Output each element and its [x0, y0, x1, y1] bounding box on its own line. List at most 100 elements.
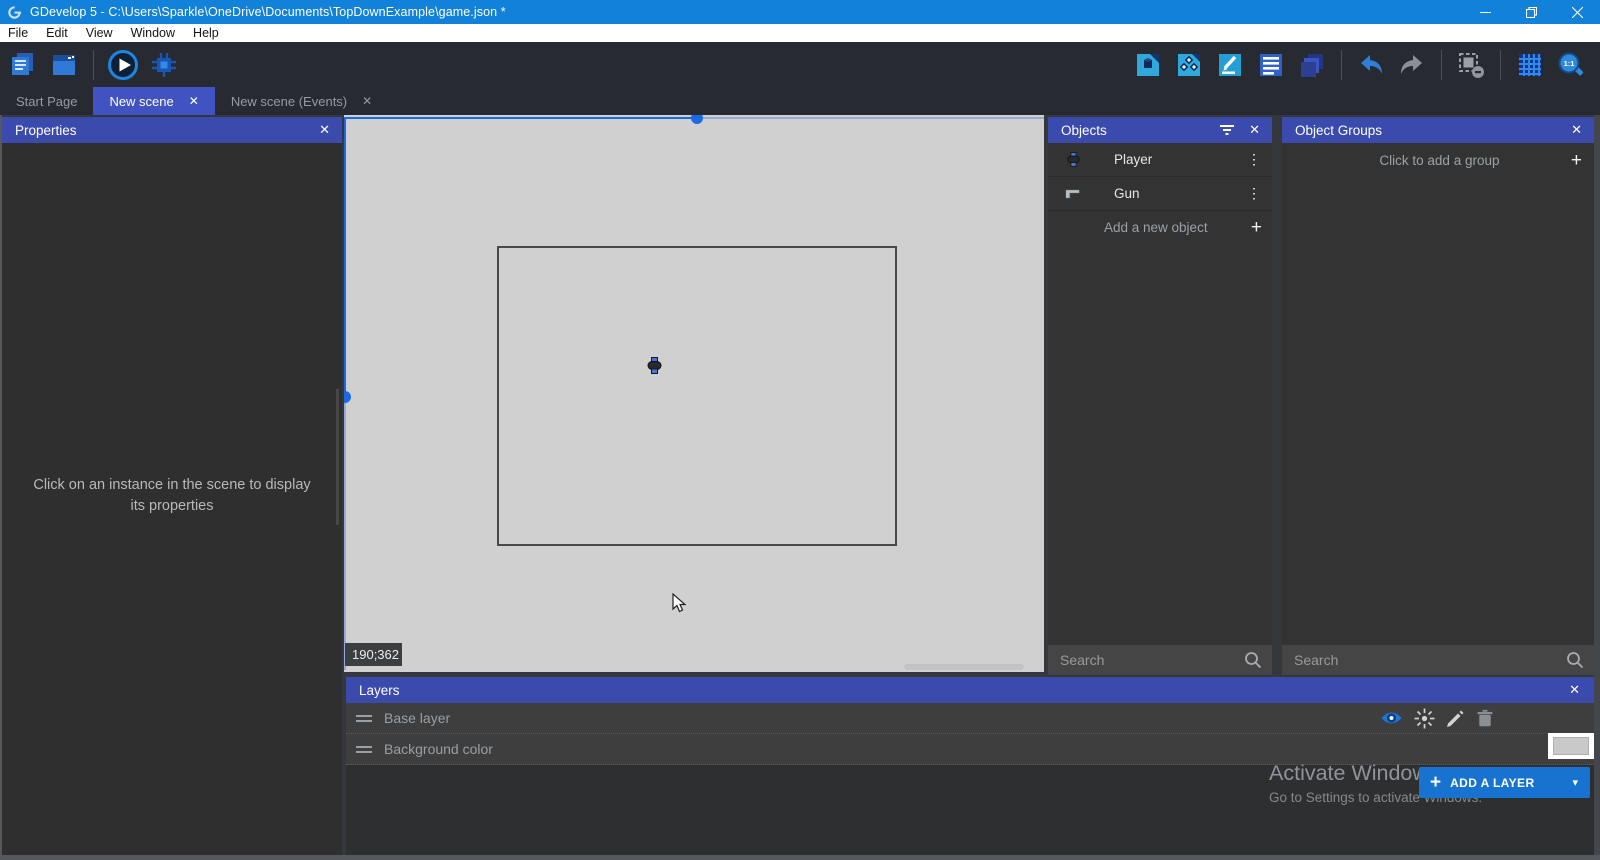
app-logo-icon — [7, 5, 22, 20]
tabbar: Start Page New scene ✕ New scene (Events… — [0, 87, 1600, 115]
toolbar-right-group: 1:1 — [1132, 49, 1587, 81]
undo-icon[interactable] — [1355, 49, 1387, 81]
toolbar-separator — [1441, 50, 1442, 80]
layers-list-icon[interactable] — [1296, 49, 1328, 81]
effects-icon[interactable] — [1414, 708, 1435, 729]
object-name: Player — [1114, 152, 1152, 167]
menu-file[interactable]: File — [0, 24, 37, 42]
preview-play-icon[interactable] — [107, 49, 139, 81]
instances-list-icon[interactable] — [1173, 49, 1205, 81]
redo-icon[interactable] — [1396, 49, 1428, 81]
object-row-gun[interactable]: Gun ⋮ — [1048, 177, 1272, 211]
add-new-object-label: Add a new object — [1104, 220, 1208, 235]
window-frame — [1594, 115, 1600, 855]
filter-icon[interactable] — [1219, 124, 1235, 136]
object-row-player[interactable]: Player ⋮ — [1048, 143, 1272, 177]
scene-canvas[interactable]: 190;362 — [344, 115, 1044, 672]
add-layer-button[interactable]: + ADD A LAYER ▾ — [1419, 767, 1590, 798]
mouse-cursor — [672, 593, 686, 613]
properties-scrollbar[interactable] — [336, 389, 339, 525]
layers-panel-header: Layers ✕ — [346, 677, 1594, 703]
grid-icon[interactable] — [1514, 49, 1546, 81]
tab-new-scene-events[interactable]: New scene (Events) ✕ — [215, 87, 388, 115]
color-swatch — [1553, 737, 1589, 755]
menu-edit[interactable]: Edit — [37, 24, 77, 42]
layer-actions — [1380, 708, 1494, 729]
object-menu-icon[interactable]: ⋮ — [1247, 185, 1262, 202]
window-frame — [0, 855, 1600, 860]
eye-icon[interactable] — [1380, 710, 1403, 726]
properties-empty-message: Click on an instance in the scene to dis… — [2, 475, 342, 517]
tab-close-icon[interactable]: ✕ — [362, 95, 372, 107]
add-new-object-row[interactable]: Add a new object + — [1048, 211, 1272, 244]
game-window-handle-left[interactable] — [344, 391, 351, 403]
add-object-plus-icon[interactable]: + — [1251, 218, 1262, 237]
layers-close-icon[interactable]: ✕ — [1569, 682, 1580, 698]
object-menu-icon[interactable]: ⋮ — [1247, 151, 1262, 168]
pencil-icon[interactable] — [1446, 709, 1465, 728]
tab-label: New scene — [109, 94, 173, 109]
capture-icon[interactable] — [1455, 49, 1487, 81]
toolbar: 1:1 — [0, 42, 1600, 87]
properties-close-icon[interactable]: ✕ — [319, 122, 330, 138]
toolbar-separator — [1341, 50, 1342, 80]
layers-panel: Layers ✕ Base layer Background color — [346, 677, 1594, 855]
minimize-button[interactable] — [1462, 0, 1508, 24]
zoom-1-1-icon[interactable]: 1:1 — [1555, 49, 1587, 81]
object-groups-panel-title: Object Groups — [1295, 123, 1382, 138]
menu-help[interactable]: Help — [184, 24, 228, 42]
window-controls — [1462, 0, 1600, 24]
game-window-handle-top[interactable] — [691, 115, 703, 124]
drag-handle-icon[interactable] — [356, 715, 372, 722]
player-instance[interactable] — [647, 357, 662, 374]
titlebar: GDevelop 5 - C:\Users\Sparkle\OneDrive\D… — [0, 0, 1600, 24]
objects-search-input[interactable] — [1048, 651, 1244, 669]
menu-view[interactable]: View — [77, 24, 122, 42]
drag-handle-icon[interactable] — [356, 746, 372, 753]
debugger-icon[interactable] — [148, 49, 180, 81]
game-window-rectangle — [497, 246, 897, 546]
add-layer-plus-icon: + — [1430, 773, 1441, 792]
layer-name: Background color — [384, 741, 493, 757]
canvas-horizontal-scrollbar[interactable] — [904, 664, 1024, 670]
objects-editor-icon[interactable] — [1132, 49, 1164, 81]
game-window-border-top-extension — [697, 117, 1044, 119]
groups-search-input[interactable] — [1282, 651, 1566, 669]
trash-icon[interactable] — [1476, 709, 1494, 728]
menu-window[interactable]: Window — [122, 24, 184, 42]
object-groups-panel: Object Groups ✕ Click to add a group + — [1282, 117, 1594, 675]
gun-object-icon — [1062, 187, 1084, 200]
objects-panel: Objects ✕ Player ⋮ Gun ⋮ Add a new objec… — [1048, 117, 1272, 675]
object-groups-close-icon[interactable]: ✕ — [1571, 122, 1582, 138]
restore-button[interactable] — [1508, 0, 1554, 24]
add-group-row[interactable]: Click to add a group + — [1282, 143, 1594, 177]
object-name: Gun — [1114, 186, 1140, 201]
background-color-picker[interactable] — [1548, 733, 1594, 759]
object-groups-panel-header: Object Groups ✕ — [1282, 117, 1594, 143]
scene-properties-edit-icon[interactable] — [1214, 49, 1246, 81]
toolbar-separator — [93, 50, 94, 80]
activate-windows-watermark: Activate Windows — [1269, 761, 1439, 786]
add-group-plus-icon[interactable]: + — [1571, 151, 1582, 170]
menubar: File Edit View Window Help — [0, 24, 1600, 42]
close-button[interactable] — [1554, 0, 1600, 24]
svg-text:1:1: 1:1 — [1564, 59, 1575, 68]
cursor-coordinates-badge: 190;362 — [345, 643, 402, 666]
objects-close-icon[interactable]: ✕ — [1249, 122, 1260, 138]
tab-label: Start Page — [16, 94, 77, 109]
game-window-border-left-extension — [344, 397, 346, 670]
chevron-down-icon[interactable]: ▾ — [1572, 776, 1578, 789]
properties-panel-title: Properties — [15, 123, 77, 138]
start-page-icon[interactable] — [48, 49, 80, 81]
properties-list-icon[interactable] — [1255, 49, 1287, 81]
player-object-icon — [1062, 152, 1084, 167]
tab-label: New scene (Events) — [231, 94, 347, 109]
toolbar-separator — [1500, 50, 1501, 80]
tab-new-scene[interactable]: New scene ✕ — [93, 87, 214, 115]
layer-row-base[interactable]: Base layer — [346, 703, 1594, 734]
properties-panel-header: Properties ✕ — [2, 117, 342, 143]
tab-close-icon[interactable]: ✕ — [189, 95, 199, 107]
project-manager-icon[interactable] — [7, 49, 39, 81]
toolbar-left-group — [7, 49, 180, 81]
tab-start-page[interactable]: Start Page — [0, 87, 93, 115]
